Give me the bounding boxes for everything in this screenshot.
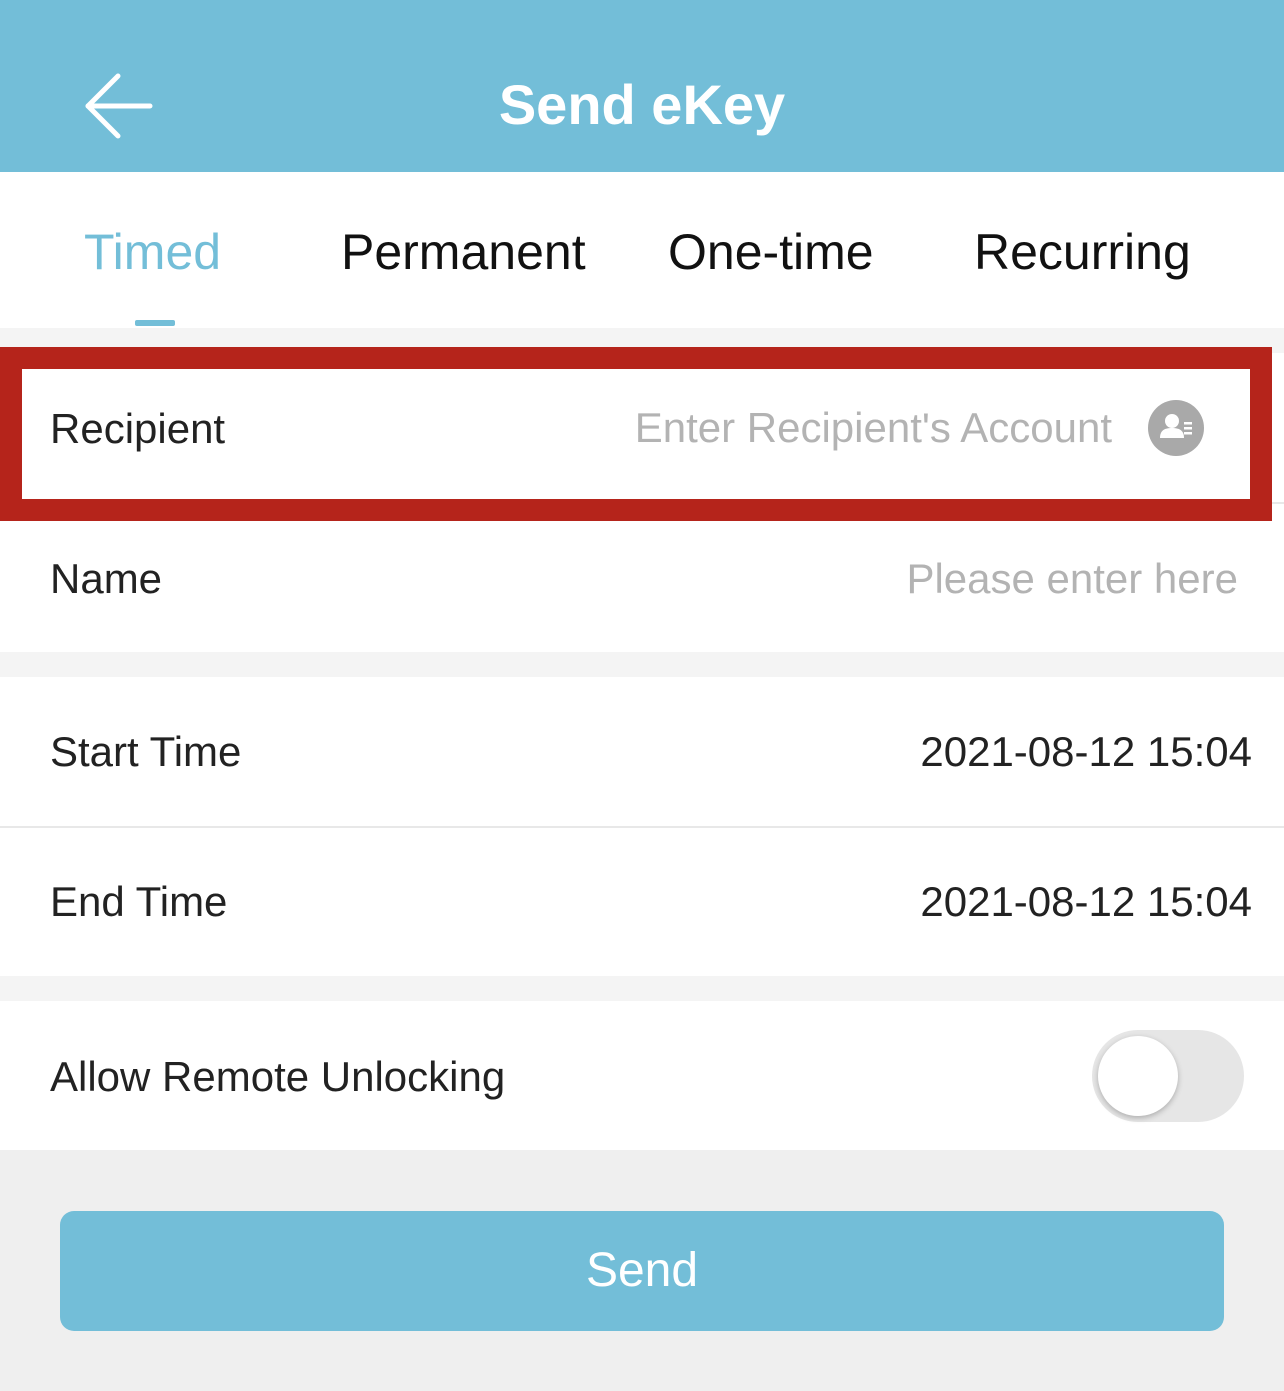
recipient-input[interactable]: [560, 400, 1112, 456]
contact-book-icon: [1160, 414, 1192, 438]
end-time-row[interactable]: End Time 2021-08-12 15:04: [0, 828, 1284, 976]
start-time-row[interactable]: Start Time 2021-08-12 15:04: [0, 677, 1284, 826]
remote-unlock-toggle[interactable]: [1092, 1030, 1244, 1122]
section-gap: [0, 976, 1284, 1001]
send-button[interactable]: Send: [60, 1211, 1224, 1331]
name-input[interactable]: [700, 551, 1238, 607]
tab-one-time[interactable]: One-time: [668, 220, 874, 284]
name-label: Name: [50, 555, 163, 602]
tab-timed[interactable]: Timed: [84, 220, 221, 284]
section-gap: [0, 652, 1284, 677]
start-time-value[interactable]: 2021-08-12 15:04: [920, 724, 1252, 780]
section-gap: [0, 328, 1284, 353]
page-title: Send eKey: [498, 73, 786, 136]
recipient-label: Recipient: [50, 405, 226, 452]
tab-bar: Timed Permanent One-time Recurring: [0, 172, 1284, 328]
contact-book-button[interactable]: [1148, 400, 1204, 456]
end-time-value[interactable]: 2021-08-12 15:04: [920, 874, 1252, 930]
name-row: Name: [0, 504, 1284, 652]
active-tab-indicator: [135, 320, 175, 326]
start-time-label: Start Time: [50, 728, 242, 775]
header-bar: Send eKey: [0, 0, 1284, 172]
toggle-knob: [1098, 1036, 1178, 1116]
recipient-row: Recipient: [0, 353, 1284, 502]
tab-recurring[interactable]: Recurring: [974, 220, 1191, 284]
remote-unlock-label: Allow Remote Unlocking: [50, 1053, 506, 1100]
end-time-label: End Time: [50, 878, 228, 925]
tab-permanent[interactable]: Permanent: [341, 220, 586, 284]
